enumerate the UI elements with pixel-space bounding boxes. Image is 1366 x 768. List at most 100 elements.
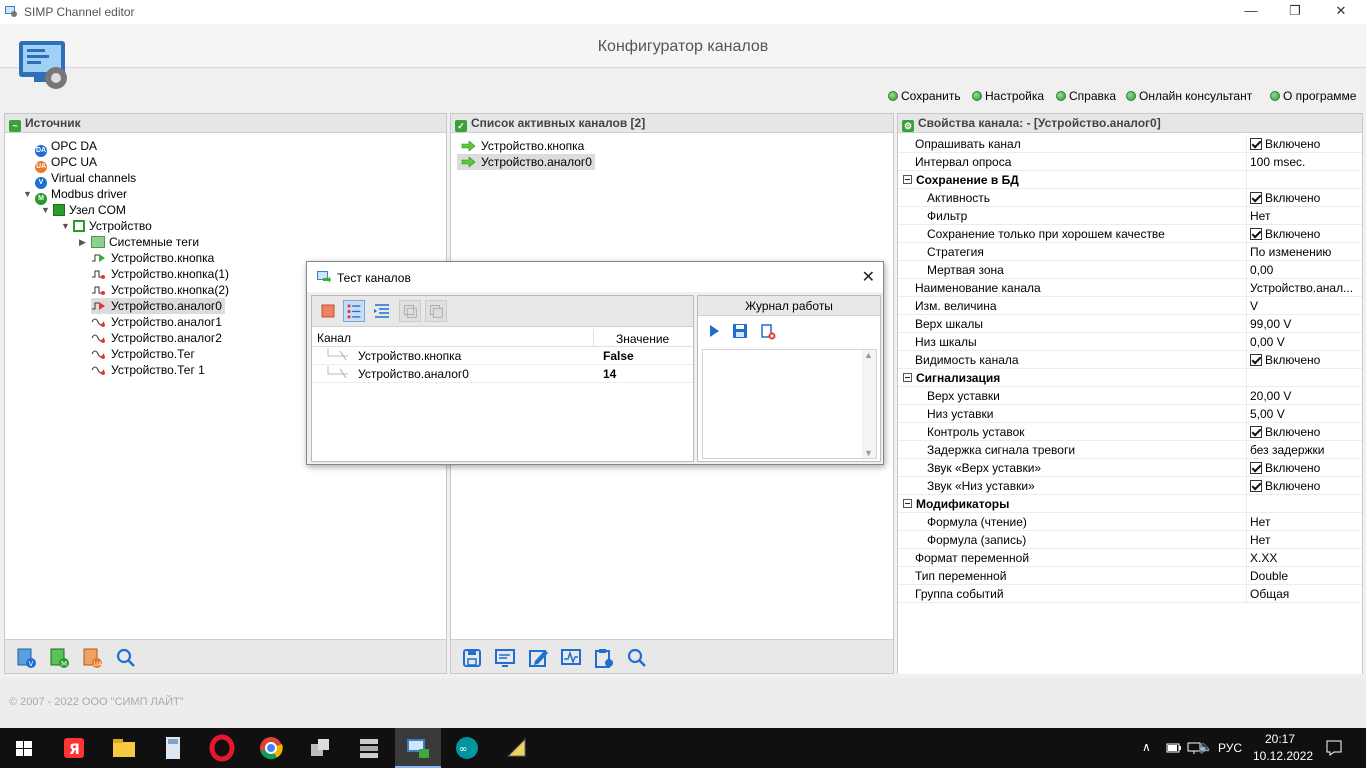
property-value[interactable]: Включено xyxy=(1250,191,1320,205)
minimize-button[interactable]: — xyxy=(1228,0,1274,24)
checkbox-checked-icon[interactable] xyxy=(1250,480,1262,492)
battery-icon[interactable] xyxy=(1166,741,1182,755)
language-indicator[interactable]: РУС xyxy=(1218,741,1242,755)
arduino-icon[interactable]: ∞ xyxy=(453,734,481,762)
property-row[interactable]: Низ шкалы 0,00 V xyxy=(898,333,1362,351)
chevron-down-icon[interactable]: ▼ xyxy=(41,202,50,218)
property-value[interactable]: Включено xyxy=(1250,227,1320,241)
property-value[interactable]: Общая xyxy=(1250,587,1289,601)
paste-icon[interactable] xyxy=(425,300,447,322)
add-modbus-icon[interactable]: M xyxy=(48,647,70,669)
stop-icon[interactable] xyxy=(317,300,339,322)
property-category[interactable]: Сохранение в БД xyxy=(898,171,1362,189)
property-value[interactable]: 5,00 V xyxy=(1250,407,1285,421)
tree-item-com-node[interactable]: ▼ Узел COM xyxy=(41,202,126,218)
property-value[interactable]: 20,00 V xyxy=(1250,389,1291,403)
property-value[interactable]: Устройство.анал... xyxy=(1250,281,1353,295)
tool-icon[interactable] xyxy=(503,734,531,762)
collapse-icon[interactable] xyxy=(903,373,912,382)
property-row[interactable]: Интервал опроса 100 msec. xyxy=(898,153,1362,171)
save-icon[interactable] xyxy=(732,323,748,339)
tree-item-system-tags[interactable]: ▶ Системные теги xyxy=(79,234,199,250)
property-value[interactable]: Включено xyxy=(1250,425,1320,439)
tree-item-device[interactable]: ▼ Устройство xyxy=(61,218,152,234)
chevron-down-icon[interactable]: ▼ xyxy=(61,218,70,234)
property-category[interactable]: Модификаторы xyxy=(898,495,1362,513)
property-row[interactable]: Сохранение только при хорошем качестве Вк… xyxy=(898,225,1362,243)
property-row[interactable]: Контроль уставок Включено xyxy=(898,423,1362,441)
column-value[interactable]: Значение xyxy=(616,332,669,346)
property-row[interactable]: Звук «Верх уставки» Включено xyxy=(898,459,1362,477)
yandex-icon[interactable]: Я xyxy=(60,734,88,762)
simp-icon[interactable] xyxy=(404,734,432,762)
property-category[interactable]: Сигнализация xyxy=(898,369,1362,387)
chevron-right-icon[interactable]: ▶ xyxy=(79,234,86,250)
edit-icon[interactable] xyxy=(527,647,549,669)
active-channel-item-selected[interactable]: Устройство.аналог0 xyxy=(457,154,595,170)
scroll-up-icon[interactable]: ▲ xyxy=(864,350,873,360)
server-icon[interactable] xyxy=(355,734,383,762)
property-value[interactable]: 0,00 xyxy=(1250,263,1273,277)
tree-item-channel[interactable]: Устройство.кнопка(1) xyxy=(91,266,229,282)
start-icon[interactable] xyxy=(10,734,38,762)
clear-log-icon[interactable] xyxy=(760,324,776,340)
menu-online-consultant[interactable]: Онлайн консультант xyxy=(1126,89,1252,103)
checkbox-checked-icon[interactable] xyxy=(1250,192,1262,204)
property-value[interactable]: без задержки xyxy=(1250,443,1325,457)
work-log-list[interactable]: ▲ ▼ xyxy=(702,349,877,459)
tree-item-modbus-driver[interactable]: ▼ M Modbus driver xyxy=(23,186,127,205)
property-value[interactable]: X.XX xyxy=(1250,551,1277,565)
restore-button[interactable]: ❐ xyxy=(1272,0,1318,24)
checkbox-checked-icon[interactable] xyxy=(1250,354,1262,366)
checkbox-checked-icon[interactable] xyxy=(1250,228,1262,240)
property-value[interactable]: 99,00 V xyxy=(1250,317,1291,331)
tree-item-opc-da[interactable]: DA OPC DA xyxy=(35,138,97,157)
menu-save[interactable]: Сохранить xyxy=(888,89,961,103)
chart-icon[interactable] xyxy=(560,647,582,669)
property-value[interactable]: Double xyxy=(1250,569,1288,583)
list-view-icon[interactable] xyxy=(343,300,365,322)
property-value[interactable]: Нет xyxy=(1250,533,1270,547)
tree-item-channel-selected[interactable]: Устройство.аналог0 xyxy=(91,298,225,314)
tree-item-channel[interactable]: Устройство.Тег 1 xyxy=(91,362,205,378)
opera-icon[interactable] xyxy=(208,734,236,762)
checkbox-checked-icon[interactable] xyxy=(1250,426,1262,438)
explorer-icon[interactable] xyxy=(110,734,138,762)
property-row[interactable]: Формат переменной X.XX xyxy=(898,549,1362,567)
property-row[interactable]: Опрашивать канал Включено xyxy=(898,135,1362,153)
column-channel[interactable]: Канал xyxy=(317,331,351,345)
notifications-icon[interactable] xyxy=(1325,739,1343,757)
play-icon[interactable] xyxy=(706,323,722,339)
property-row[interactable]: Формула (чтение) Нет xyxy=(898,513,1362,531)
monitor-icon[interactable] xyxy=(494,647,516,669)
property-value[interactable]: 0,00 V xyxy=(1250,335,1285,349)
collapse-icon[interactable] xyxy=(903,499,912,508)
property-value[interactable]: Включено xyxy=(1250,461,1320,475)
chrome-icon[interactable] xyxy=(257,734,285,762)
checkbox-checked-icon[interactable] xyxy=(1250,138,1262,150)
tree-item-channel[interactable]: Устройство.аналог2 xyxy=(91,330,222,346)
tree-item-channel[interactable]: Устройство.кнопка xyxy=(91,250,214,266)
scrollbar[interactable]: ▲ ▼ xyxy=(862,350,876,458)
add-opc-ua-icon[interactable]: UA xyxy=(81,647,103,669)
property-value[interactable]: Включено xyxy=(1250,137,1320,151)
tree-item-channel[interactable]: Устройство.кнопка(2) xyxy=(91,282,229,298)
property-row[interactable]: Мертвая зона 0,00 xyxy=(898,261,1362,279)
menu-settings[interactable]: Настройка xyxy=(972,89,1044,103)
tree-item-channel[interactable]: Устройство.Тег xyxy=(91,346,195,362)
collapse-icon[interactable] xyxy=(903,175,912,184)
tree-item-opc-ua[interactable]: UA OPC UA xyxy=(35,154,97,173)
property-value[interactable]: Включено xyxy=(1250,353,1320,367)
property-row[interactable]: Задержка сигнала тревоги без задержки xyxy=(898,441,1362,459)
property-value[interactable]: Нет xyxy=(1250,515,1270,529)
tree-view-icon[interactable] xyxy=(371,300,393,322)
property-row[interactable]: Группа событий Общая xyxy=(898,585,1362,603)
tree-item-channel[interactable]: Устройство.аналог1 xyxy=(91,314,222,330)
close-icon[interactable]: ✕ xyxy=(862,267,875,287)
save-icon[interactable] xyxy=(461,647,483,669)
clock-time[interactable]: 20:17 xyxy=(1265,732,1295,746)
add-virtual-icon[interactable]: V xyxy=(15,647,37,669)
table-row[interactable]: Устройство.кнопка False xyxy=(312,347,693,365)
table-row[interactable]: Устройство.аналог0 14 xyxy=(312,365,693,383)
active-channel-item[interactable]: Устройство.кнопка xyxy=(461,138,584,154)
